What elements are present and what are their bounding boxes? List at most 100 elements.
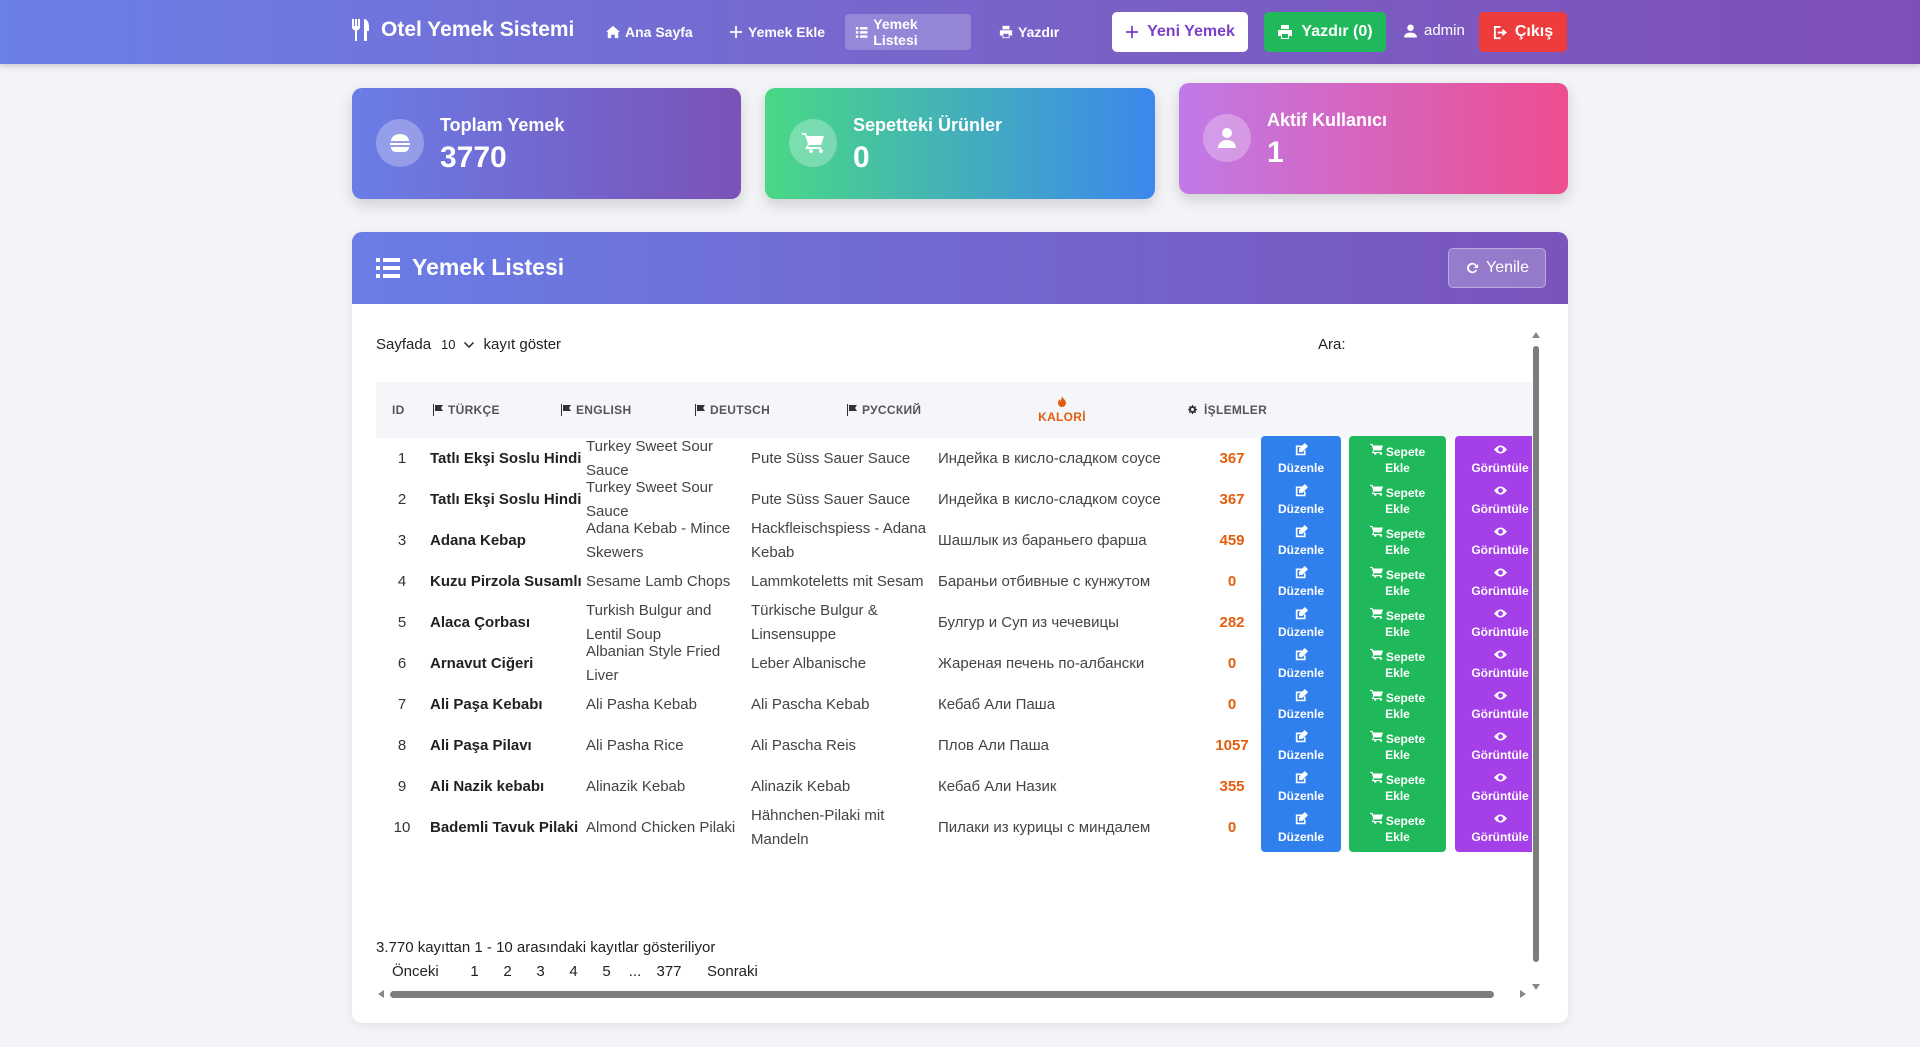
scroll-up-arrow[interactable]	[1532, 332, 1540, 338]
list-icon	[376, 257, 400, 278]
view-label: Görüntüle	[1471, 625, 1529, 639]
plus-icon	[1125, 25, 1139, 39]
th-english[interactable]: ENGLISH	[560, 382, 631, 438]
cart-label-2: Ekle	[1385, 707, 1410, 721]
nav-link-yemek-ekle[interactable]: Yemek Ekle	[719, 14, 835, 50]
printer-icon	[999, 25, 1013, 39]
dish-list-panel: Yemek Listesi Yenile Sayfada 10 kayıt gö…	[352, 232, 1568, 1023]
edit-label: Düzenle	[1277, 502, 1324, 516]
pagination-prev[interactable]: Önceki	[392, 963, 458, 980]
nav-link-label: Ana Sayfa	[625, 24, 693, 40]
view-label: Görüntüle	[1471, 502, 1529, 516]
cart-label-2: Ekle	[1385, 584, 1410, 598]
cell-calorie: 0	[1227, 819, 1237, 836]
scroll-left-arrow[interactable]	[378, 990, 384, 998]
new-dish-label: Yeni Yemek	[1147, 23, 1235, 40]
eye-icon	[1493, 730, 1507, 747]
pagination-page[interactable]: 5	[590, 963, 623, 980]
cart-label-2: Ekle	[1385, 748, 1410, 762]
horizontal-scrollbar[interactable]	[376, 988, 1532, 1000]
eye-icon	[1493, 607, 1507, 624]
view-label: Görüntüle	[1471, 584, 1529, 598]
view-label: Görüntüle	[1471, 543, 1529, 557]
stat-card-cart-items: Sepetteki Ürünler 0	[765, 88, 1155, 199]
edit-label: Düzenle	[1277, 666, 1324, 680]
plus-icon	[729, 25, 743, 39]
pagination-page[interactable]: 1	[458, 963, 491, 980]
cart-label-1: Sepete	[1385, 813, 1426, 828]
length-suffix: kayıt göster	[483, 336, 562, 353]
scrollbar-thumb[interactable]	[1533, 346, 1539, 962]
cell-turkish: Bademli Tavuk Pilaki	[430, 819, 579, 836]
flag-icon	[847, 404, 857, 416]
nav-link-label: Yazdır	[1018, 24, 1060, 40]
view-label: Görüntüle	[1471, 707, 1529, 721]
scroll-right-arrow[interactable]	[1520, 990, 1526, 998]
edit-button[interactable]: Düzenle	[1261, 805, 1341, 852]
vertical-scrollbar[interactable]	[1530, 332, 1542, 992]
refresh-icon	[1467, 262, 1479, 274]
view-button[interactable]: Görüntüle	[1455, 805, 1532, 852]
username: admin	[1424, 22, 1465, 39]
th-id[interactable]: ID	[392, 382, 405, 438]
cart-icon	[1369, 443, 1383, 460]
pagination-page[interactable]: 377	[647, 963, 691, 980]
search-input[interactable]	[1356, 330, 1516, 358]
pagination-page[interactable]: 3	[524, 963, 557, 980]
logout-button[interactable]: Çıkış	[1479, 12, 1567, 52]
cart-label-2: Ekle	[1385, 543, 1410, 557]
cell-russian: Пилаки из курицы с миндалем	[938, 819, 1151, 836]
eye-icon	[1493, 443, 1507, 460]
length-prefix: Sayfada	[376, 336, 432, 353]
panel-header: Yemek Listesi Yenile	[352, 232, 1568, 304]
table-row: 10 Bademli Tavuk Pilaki Almond Chicken Pil…	[376, 803, 1532, 853]
edit-label: Düzenle	[1277, 461, 1324, 475]
edit-icon	[1295, 730, 1308, 747]
pagination-next[interactable]: Sonraki	[707, 963, 758, 980]
refresh-button[interactable]: Yenile	[1448, 248, 1546, 288]
user-menu[interactable]: admin	[1404, 22, 1465, 39]
cell-english: Almond Chicken Pilaki	[586, 819, 736, 836]
pagination: Önceki 1 2 3 4 5 ... 377 Sonraki	[392, 963, 758, 980]
cart-icon	[1369, 566, 1383, 583]
pagination-page[interactable]: 4	[557, 963, 590, 980]
edit-label: Düzenle	[1277, 789, 1324, 803]
fire-icon	[1058, 396, 1066, 407]
eye-icon	[1493, 812, 1507, 829]
brand[interactable]: Otel Yemek Sistemi	[351, 18, 574, 42]
edit-label: Düzenle	[1277, 625, 1324, 639]
nav-link-ana-sayfa[interactable]: Ana Sayfa	[596, 14, 703, 50]
panel-title-text: Yemek Listesi	[412, 254, 565, 280]
home-icon	[606, 25, 620, 39]
cart-icon	[1369, 648, 1383, 665]
edit-icon	[1295, 689, 1308, 706]
scroll-down-arrow[interactable]	[1532, 984, 1540, 990]
th-russian[interactable]: РУССКИЙ	[846, 382, 921, 438]
th-calorie[interactable]: KALORİ	[1038, 382, 1086, 438]
nav-link-yazdir[interactable]: Yazdır	[989, 14, 1069, 50]
new-dish-button[interactable]: Yeni Yemek	[1112, 12, 1248, 52]
page-length-control: Sayfada 10 kayıt göster	[376, 336, 561, 353]
cart-label-2: Ekle	[1385, 830, 1410, 844]
dish-table: ID TÜRKÇE ENGLISH DEUTSCH РУССКИЙ KALORİ	[376, 382, 1532, 942]
nav-link-label: Yemek Ekle	[748, 24, 826, 40]
th-turkish[interactable]: TÜRKÇE	[432, 382, 500, 438]
user-icon	[1404, 24, 1417, 37]
edit-icon	[1295, 771, 1308, 788]
th-german[interactable]: DEUTSCH	[694, 382, 770, 438]
edit-icon	[1295, 648, 1308, 665]
add-to-cart-button[interactable]: Sepete Ekle	[1349, 805, 1446, 852]
cart-label-1: Sepete	[1385, 567, 1426, 582]
pagination-page[interactable]: 2	[491, 963, 524, 980]
edit-icon	[1295, 484, 1308, 501]
cart-label-1: Sepete	[1385, 485, 1426, 500]
cart-icon	[1369, 730, 1383, 747]
gears-icon	[1188, 405, 1198, 414]
stat-label: Sepetteki Ürünler	[853, 115, 1003, 135]
utensils-icon	[352, 19, 369, 41]
nav-link-yemek-listesi[interactable]: Yemek Listesi	[845, 14, 971, 50]
print-cart-button[interactable]: Yazdır (0)	[1264, 12, 1386, 52]
scrollbar-thumb[interactable]	[390, 991, 1494, 998]
page-length-select[interactable]: 10	[437, 337, 477, 352]
edit-icon	[1295, 443, 1308, 460]
